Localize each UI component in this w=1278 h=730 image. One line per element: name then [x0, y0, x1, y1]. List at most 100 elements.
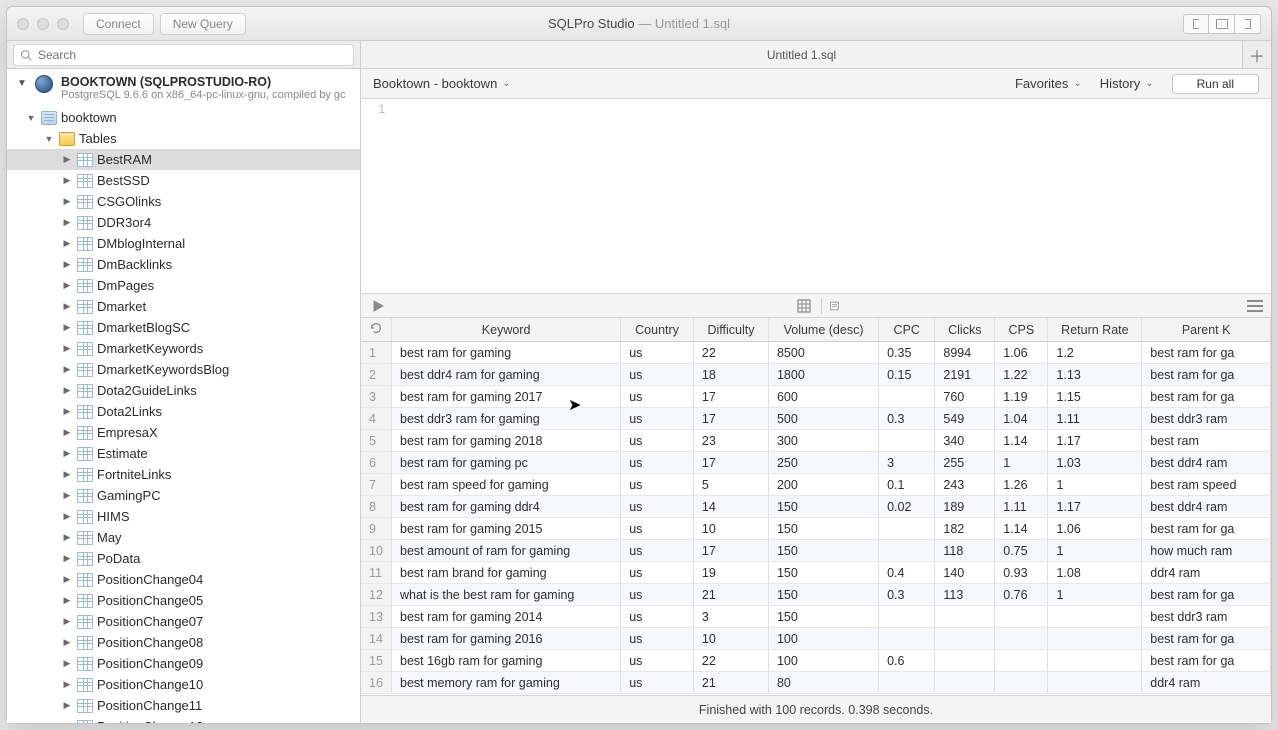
cell-difficulty[interactable]: 18	[693, 364, 768, 386]
tree-database[interactable]: ▼ booktown	[7, 107, 360, 128]
cell-parent[interactable]: how much ram	[1142, 540, 1271, 562]
cell-return-rate[interactable]: 1.08	[1048, 562, 1142, 584]
tree-table-dmarketkeywords[interactable]: ▶DmarketKeywords	[7, 338, 360, 359]
cell-return-rate[interactable]	[1048, 606, 1142, 628]
connect-button[interactable]: Connect	[83, 13, 154, 35]
grid-view-icon[interactable]	[795, 298, 813, 314]
tree-table-dmarketblogsc[interactable]: ▶DmarketBlogSC	[7, 317, 360, 338]
cell-cpc[interactable]: 3	[879, 452, 935, 474]
col-difficulty[interactable]: Difficulty	[693, 318, 768, 342]
cell-return-rate[interactable]: 1.17	[1048, 430, 1142, 452]
cell-clicks[interactable]	[935, 650, 995, 672]
refresh-icon[interactable]	[361, 318, 392, 342]
cell-volume[interactable]: 250	[768, 452, 878, 474]
cell-cpc[interactable]	[879, 606, 935, 628]
cell-return-rate[interactable]: 1	[1048, 584, 1142, 606]
cell-parent[interactable]: best ram for ga	[1142, 628, 1271, 650]
tree-table-dmbloginternal[interactable]: ▶DMblogInternal	[7, 233, 360, 254]
cell-volume[interactable]: 100	[768, 628, 878, 650]
cell-country[interactable]: us	[621, 430, 694, 452]
table-row[interactable]: 1best ram for gamingus2285000.3589941.06…	[361, 342, 1271, 364]
cell-cpc[interactable]: 0.4	[879, 562, 935, 584]
cell-country[interactable]: us	[621, 650, 694, 672]
cell-keyword[interactable]: best ram for gaming pc	[392, 452, 621, 474]
cell-difficulty[interactable]: 21	[693, 584, 768, 606]
cell-country[interactable]: us	[621, 518, 694, 540]
cell-volume[interactable]: 150	[768, 606, 878, 628]
cell-keyword[interactable]: what is the best ram for gaming	[392, 584, 621, 606]
cell-difficulty[interactable]: 10	[693, 518, 768, 540]
cell-country[interactable]: us	[621, 496, 694, 518]
cell-parent[interactable]: best ram for ga	[1142, 650, 1271, 672]
run-all-button[interactable]: Run all	[1172, 74, 1259, 94]
cell-volume[interactable]: 300	[768, 430, 878, 452]
col-country[interactable]: Country	[621, 318, 694, 342]
cell-country[interactable]: us	[621, 540, 694, 562]
table-row[interactable]: 3best ram for gaming 2017us176007601.191…	[361, 386, 1271, 408]
tree-table-dmbacklinks[interactable]: ▶DmBacklinks	[7, 254, 360, 275]
tree-table-positionchange07[interactable]: ▶PositionChange07	[7, 611, 360, 632]
cell-clicks[interactable]: 340	[935, 430, 995, 452]
table-row[interactable]: 13best ram for gaming 2014us3150best ddr…	[361, 606, 1271, 628]
cell-keyword[interactable]: best ram brand for gaming	[392, 562, 621, 584]
cell-difficulty[interactable]: 17	[693, 452, 768, 474]
cell-difficulty[interactable]: 10	[693, 628, 768, 650]
cell-cps[interactable]: 0.93	[995, 562, 1048, 584]
cell-cps[interactable]	[995, 650, 1048, 672]
cell-volume[interactable]: 150	[768, 584, 878, 606]
favorites-dropdown[interactable]: Favorites ⌄	[1015, 76, 1082, 91]
sql-editor[interactable]: 1	[361, 99, 1271, 294]
cell-difficulty[interactable]: 21	[693, 672, 768, 694]
cell-difficulty[interactable]: 17	[693, 408, 768, 430]
cell-difficulty[interactable]: 5	[693, 474, 768, 496]
history-dropdown[interactable]: History ⌄	[1100, 76, 1154, 91]
tree-table-may[interactable]: ▶May	[7, 527, 360, 548]
cell-volume[interactable]: 500	[768, 408, 878, 430]
tree-table-dota2guidelinks[interactable]: ▶Dota2GuideLinks	[7, 380, 360, 401]
cell-cpc[interactable]: 0.1	[879, 474, 935, 496]
cell-parent[interactable]: best ram for ga	[1142, 386, 1271, 408]
cell-country[interactable]: us	[621, 386, 694, 408]
cell-clicks[interactable]	[935, 628, 995, 650]
cell-volume[interactable]: 1800	[768, 364, 878, 386]
results-grid[interactable]: Keyword Country Difficulty Volume (desc)…	[361, 318, 1271, 695]
cell-cpc[interactable]	[879, 386, 935, 408]
cell-cps[interactable]: 0.75	[995, 540, 1048, 562]
col-cpc[interactable]: CPC	[879, 318, 935, 342]
cell-difficulty[interactable]: 14	[693, 496, 768, 518]
cell-country[interactable]: us	[621, 672, 694, 694]
cell-country[interactable]: us	[621, 606, 694, 628]
tree-table-positionchange04[interactable]: ▶PositionChange04	[7, 569, 360, 590]
cell-cps[interactable]: 1	[995, 452, 1048, 474]
cell-keyword[interactable]: best ddr4 ram for gaming	[392, 364, 621, 386]
table-row[interactable]: 12what is the best ram for gamingus21150…	[361, 584, 1271, 606]
cell-return-rate[interactable]	[1048, 650, 1142, 672]
tree-table-empresax[interactable]: ▶EmpresaX	[7, 422, 360, 443]
cell-country[interactable]: us	[621, 408, 694, 430]
cell-parent[interactable]: best ram	[1142, 430, 1271, 452]
table-row[interactable]: 2best ddr4 ram for gamingus1818000.15219…	[361, 364, 1271, 386]
menu-icon[interactable]	[1247, 300, 1263, 312]
cell-cpc[interactable]: 0.6	[879, 650, 935, 672]
cell-difficulty[interactable]: 22	[693, 342, 768, 364]
cell-keyword[interactable]: best ram speed for gaming	[392, 474, 621, 496]
tree-table-dmarketkeywordsblog[interactable]: ▶DmarketKeywordsBlog	[7, 359, 360, 380]
tree-table-hims[interactable]: ▶HIMS	[7, 506, 360, 527]
table-row[interactable]: 5best ram for gaming 2018us233003401.141…	[361, 430, 1271, 452]
cell-clicks[interactable]	[935, 672, 995, 694]
cell-parent[interactable]: best ddr4 ram	[1142, 496, 1271, 518]
table-row[interactable]: 11best ram brand for gamingus191500.4140…	[361, 562, 1271, 584]
cell-cps[interactable]	[995, 628, 1048, 650]
cell-parent[interactable]: best ram speed	[1142, 474, 1271, 496]
cell-clicks[interactable]: 8994	[935, 342, 995, 364]
new-query-button[interactable]: New Query	[160, 13, 246, 35]
cell-clicks[interactable]: 189	[935, 496, 995, 518]
cell-return-rate[interactable]: 1	[1048, 540, 1142, 562]
cell-keyword[interactable]: best ram for gaming 2017	[392, 386, 621, 408]
cell-volume[interactable]: 150	[768, 518, 878, 540]
cell-difficulty[interactable]: 19	[693, 562, 768, 584]
cell-keyword[interactable]: best ram for gaming	[392, 342, 621, 364]
tree-table-csgolinks[interactable]: ▶CSGOlinks	[7, 191, 360, 212]
tree-table-positionchange10[interactable]: ▶PositionChange10	[7, 674, 360, 695]
cell-return-rate[interactable]: 1.17	[1048, 496, 1142, 518]
